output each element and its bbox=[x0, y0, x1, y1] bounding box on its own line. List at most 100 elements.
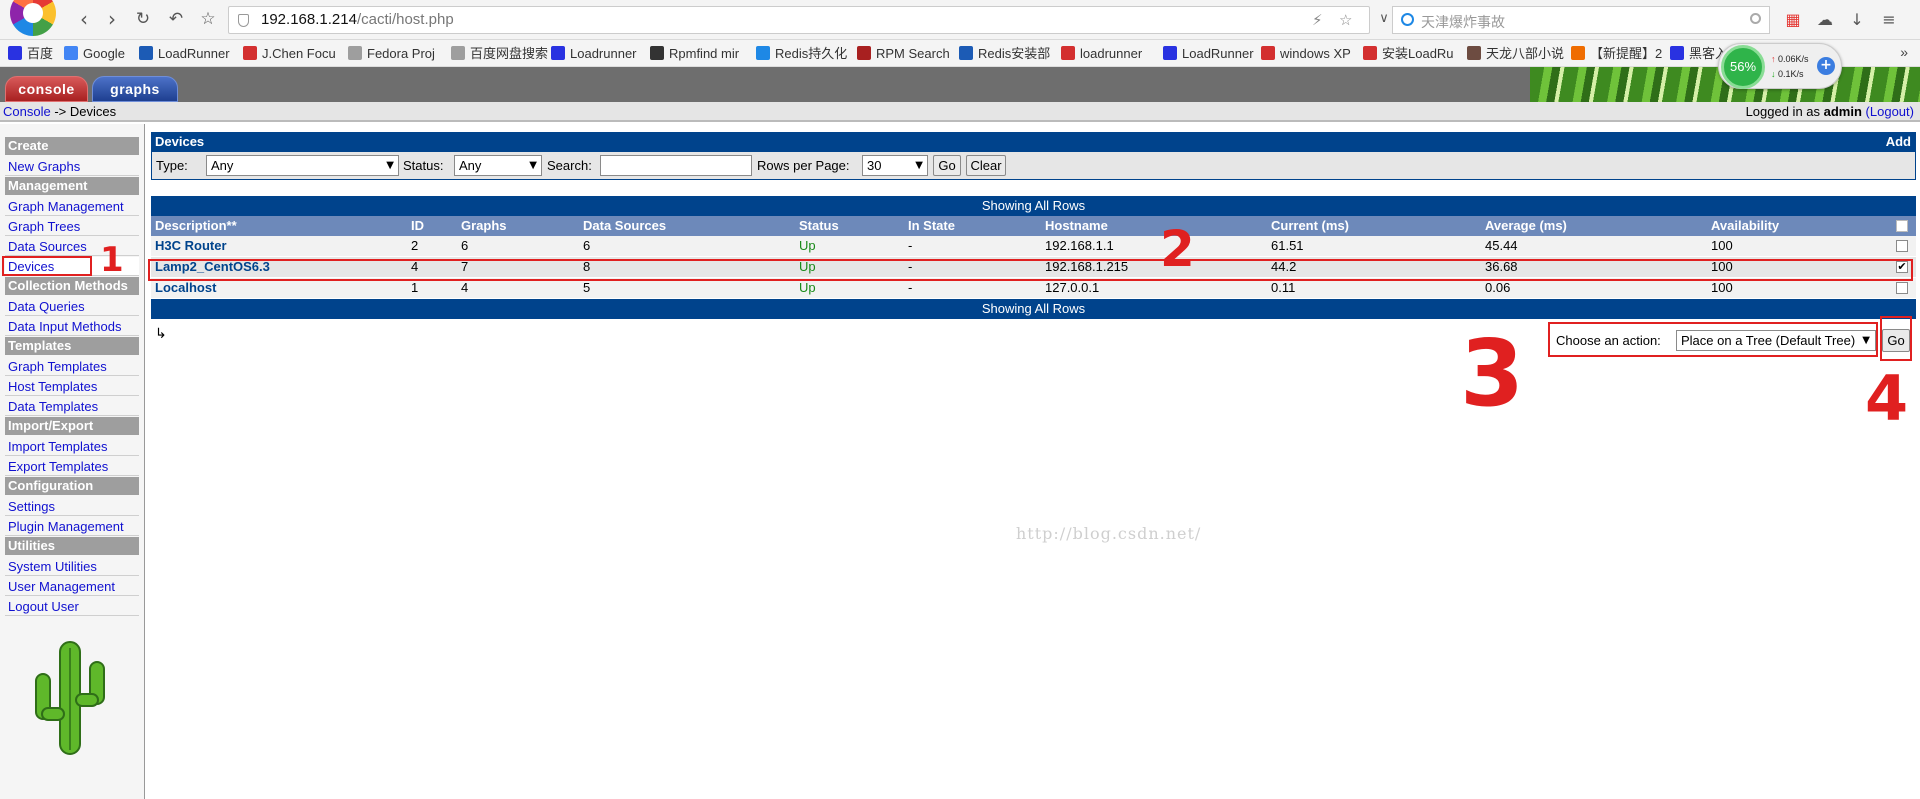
type-select[interactable]: Any ▼ bbox=[206, 155, 399, 176]
col-data-sources[interactable]: Data Sources bbox=[583, 218, 666, 233]
bookmark-item[interactable]: 百度 bbox=[8, 45, 53, 62]
bookmark-favicon-icon bbox=[1363, 46, 1377, 60]
browser-toolbar: ‹ › ↻ ↶ ☆ 192.168.1.214/cacti/host.php ⚡… bbox=[0, 0, 1920, 40]
bookmark-item[interactable]: Loadrunner bbox=[551, 45, 637, 62]
table-row[interactable]: Localhost 1 4 5 Up - 127.0.0.1 0.11 0.06 100 bbox=[151, 278, 1916, 299]
sidebar-item-plugin-management[interactable]: Plugin Management bbox=[5, 517, 139, 536]
sidebar-item-logout-user[interactable]: Logout User bbox=[5, 597, 139, 616]
breadcrumb-bar: Console -> Devices Logged in as admin (L… bbox=[0, 102, 1920, 122]
bookmark-item[interactable]: 安装LoadRu bbox=[1363, 45, 1454, 62]
cloud-icon[interactable]: ☁ bbox=[1814, 9, 1836, 31]
table-header-row: Description** ID Graphs Data Sources Sta… bbox=[151, 216, 1916, 236]
sidebar-item-data-input-methods[interactable]: Data Input Methods bbox=[5, 317, 139, 336]
url-text[interactable]: 192.168.1.214/cacti/host.php bbox=[261, 11, 454, 28]
net-download-value: 0.1K/s bbox=[1778, 69, 1804, 79]
col-hostname[interactable]: Hostname bbox=[1045, 218, 1108, 233]
bookmark-item[interactable]: 【新提醒】2 bbox=[1571, 45, 1662, 62]
bookmark-star-icon[interactable]: ☆ bbox=[1339, 11, 1352, 29]
filter-clear-button[interactable]: Clear bbox=[966, 155, 1006, 176]
col-in-state[interactable]: In State bbox=[908, 218, 955, 233]
bookmark-item[interactable]: Redis持久化 bbox=[756, 45, 847, 62]
apps-icon[interactable]: ▦ bbox=[1782, 9, 1804, 31]
col-average[interactable]: Average (ms) bbox=[1485, 218, 1567, 233]
device-name-link[interactable]: Localhost bbox=[155, 280, 216, 295]
search-input[interactable]: 天津爆炸事故 bbox=[1392, 6, 1770, 34]
bookmark-item[interactable]: loadrunner bbox=[1061, 45, 1142, 62]
bookmark-label: Redis安装部 bbox=[978, 46, 1051, 61]
col-availability[interactable]: Availability bbox=[1711, 218, 1779, 233]
network-speed-widget[interactable]: 56% ↑ 0.06K/s ↓ 0.1K/s + bbox=[1718, 43, 1842, 89]
bookmark-item[interactable]: Google bbox=[64, 45, 125, 62]
breadcrumb-current: Devices bbox=[69, 104, 117, 119]
menu-icon[interactable]: ≡ bbox=[1878, 9, 1900, 31]
sidebar-item-user-management[interactable]: User Management bbox=[5, 577, 139, 596]
lightning-icon[interactable]: ⚡ bbox=[1312, 11, 1323, 29]
bookmark-favicon-icon bbox=[650, 46, 664, 60]
select-all-checkbox[interactable] bbox=[1896, 220, 1908, 232]
col-graphs[interactable]: Graphs bbox=[461, 218, 507, 233]
bookmark-item[interactable]: J.Chen Focu bbox=[243, 45, 336, 62]
back-icon[interactable]: ‹ bbox=[72, 8, 96, 32]
bookmark-item[interactable]: Rpmfind mir bbox=[650, 45, 739, 62]
devices-panel-header: Devices Add bbox=[151, 132, 1916, 152]
sidebar-item-export-templates[interactable]: Export Templates bbox=[5, 457, 139, 476]
annotation-number-4: 4 bbox=[1865, 362, 1909, 435]
bookmark-item[interactable]: RPM Search bbox=[857, 45, 950, 62]
bookmark-label: 天龙八部小说 bbox=[1486, 46, 1565, 61]
sidebar-item-import-templates[interactable]: Import Templates bbox=[5, 437, 139, 456]
table-row[interactable]: H3C Router 2 6 6 Up - 192.168.1.1 61.51 45.44 100 bbox=[151, 236, 1916, 257]
bookmark-item[interactable]: 天龙八部小说 bbox=[1467, 45, 1564, 62]
sidebar-item-graph-templates[interactable]: Graph Templates bbox=[5, 357, 139, 376]
rows-per-page-select[interactable]: 30 ▼ bbox=[862, 155, 928, 176]
download-icon[interactable]: ↓ bbox=[1846, 9, 1868, 31]
sidebar-item-graph-trees[interactable]: Graph Trees bbox=[5, 217, 139, 236]
sidebar-section-management: Management bbox=[5, 177, 139, 195]
logout-link[interactable]: Logout bbox=[1870, 104, 1910, 119]
cell-in-state: - bbox=[908, 238, 913, 253]
address-bar[interactable]: 192.168.1.214/cacti/host.php ⚡ ☆ bbox=[228, 6, 1370, 34]
bookmarks-more-icon[interactable]: » bbox=[1900, 44, 1908, 60]
devices-table: Showing All Rows Description** ID Graphs… bbox=[151, 196, 1916, 319]
add-device-link[interactable]: Add bbox=[1886, 132, 1911, 152]
cell-data-sources: 5 bbox=[583, 280, 591, 295]
sidebar-item-data-templates[interactable]: Data Templates bbox=[5, 397, 139, 416]
sidebar-item-settings[interactable]: Settings bbox=[5, 497, 139, 516]
cell-status: Up bbox=[799, 280, 816, 295]
sidebar-item-host-templates[interactable]: Host Templates bbox=[5, 377, 139, 396]
device-search-input[interactable] bbox=[600, 155, 752, 176]
col-id[interactable]: ID bbox=[411, 218, 424, 233]
col-description[interactable]: Description** bbox=[155, 218, 237, 233]
filter-go-button[interactable]: Go bbox=[933, 155, 961, 176]
status-select[interactable]: Any ▼ bbox=[454, 155, 542, 176]
col-current[interactable]: Current (ms) bbox=[1271, 218, 1349, 233]
row-checkbox[interactable] bbox=[1896, 282, 1908, 294]
reload-icon[interactable]: ↻ bbox=[131, 8, 155, 32]
bookmark-item[interactable]: 百度网盘搜索 bbox=[451, 45, 548, 62]
breadcrumb-console-link[interactable]: Console bbox=[3, 104, 51, 119]
bookmark-item[interactable]: windows XP bbox=[1261, 45, 1351, 62]
undo-icon[interactable]: ↶ bbox=[164, 8, 188, 32]
bookmark-label: 百度网盘搜索 bbox=[470, 46, 549, 61]
bookmark-item[interactable]: Redis安装部 bbox=[959, 45, 1050, 62]
device-name-link[interactable]: H3C Router bbox=[155, 238, 227, 253]
star-icon[interactable]: ☆ bbox=[196, 8, 220, 32]
browser-logo-icon[interactable] bbox=[10, 0, 56, 36]
bookmarks-bar: » 百度 Google LoadRunner J.Chen Focu Fedora Pr… bbox=[0, 40, 1920, 67]
forward-icon[interactable]: › bbox=[100, 8, 124, 32]
bookmark-item[interactable]: LoadRunner bbox=[139, 45, 230, 62]
sidebar-item-graph-management[interactable]: Graph Management bbox=[5, 197, 139, 216]
bookmark-label: LoadRunner bbox=[1182, 46, 1254, 61]
sidebar-item-data-queries[interactable]: Data Queries bbox=[5, 297, 139, 316]
tab-graphs[interactable]: graphs bbox=[92, 76, 178, 102]
sidebar-item-system-utilities[interactable]: System Utilities bbox=[5, 557, 139, 576]
breadcrumb-separator: -> bbox=[50, 104, 70, 119]
plus-icon[interactable]: + bbox=[1817, 57, 1835, 75]
search-go-icon[interactable] bbox=[1750, 13, 1761, 24]
col-status[interactable]: Status bbox=[799, 218, 839, 233]
cacti-header: console graphs bbox=[0, 67, 1920, 102]
sidebar-item-new-graphs[interactable]: New Graphs bbox=[5, 157, 139, 176]
tab-console[interactable]: console bbox=[5, 76, 88, 102]
bookmark-item[interactable]: LoadRunner bbox=[1163, 45, 1254, 62]
bookmark-item[interactable]: Fedora Proj bbox=[348, 45, 435, 62]
row-checkbox[interactable] bbox=[1896, 240, 1908, 252]
